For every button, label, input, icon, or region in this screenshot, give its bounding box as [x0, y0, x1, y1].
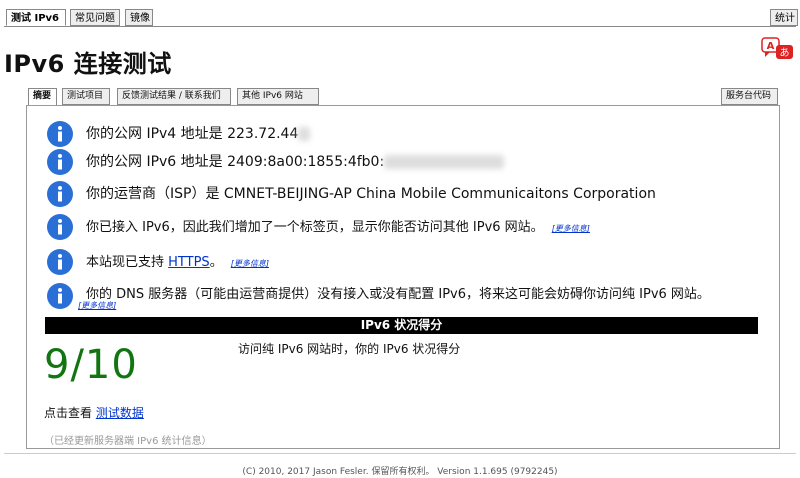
- language-translate-icon[interactable]: A あ: [761, 37, 795, 61]
- score-header-bar: IPv6 状况得分: [45, 317, 758, 334]
- more-info-link[interactable]: [更多信息]: [552, 224, 590, 233]
- subtab-helpdesk-code[interactable]: 服务台代码: [721, 88, 778, 105]
- score-description: 访问纯 IPv6 网站时，你的 IPv6 状况得分: [238, 342, 461, 356]
- isp-text: 你的运营商（ISP）是 CMNET-BEIJING-AP China Mobil…: [86, 186, 656, 202]
- subtab-feedback[interactable]: 反馈测试结果 / 联系我们: [117, 88, 231, 105]
- ipv4-text: 你的公网 IPv4 地址是 223.72.44: [86, 126, 299, 142]
- https-text: 本站现已支持: [86, 255, 165, 270]
- info-icon: [47, 249, 73, 275]
- subtab-tests[interactable]: 测试项目: [62, 88, 110, 105]
- info-icon: [47, 214, 73, 240]
- footer-copyright: (C) 2010, 2017 Jason Fesler. 保留所有权利。 Ver…: [242, 467, 558, 477]
- https-link[interactable]: HTTPS: [168, 255, 210, 270]
- view-data-label: 点击查看: [44, 406, 93, 420]
- tab-stats[interactable]: 统计: [770, 9, 798, 26]
- info-icon: [47, 283, 73, 309]
- svg-text:A: A: [767, 41, 775, 52]
- test-data-link[interactable]: 测试数据: [96, 406, 144, 420]
- ipv6-text: 你的公网 IPv6 地址是 2409:8a00:1855:4fb0:: [86, 154, 385, 170]
- view-data-line: 点击查看 测试数据: [44, 404, 144, 421]
- svg-text:あ: あ: [780, 47, 790, 59]
- info-icon: [47, 149, 73, 175]
- redacted-blur: [384, 155, 505, 169]
- info-icon: [47, 181, 73, 207]
- tab-test-ipv6[interactable]: 测试 IPv6: [6, 9, 66, 26]
- subtab-summary[interactable]: 摘要: [28, 88, 57, 106]
- tab-faq[interactable]: 常见问题: [70, 9, 120, 26]
- tab-mirrors[interactable]: 镜像: [125, 9, 153, 26]
- dns-text: 你的 DNS 服务器（可能由运营商提供）没有接入或没有配置 IPv6，将来这可能…: [86, 287, 710, 302]
- bottom-divider: [4, 453, 796, 454]
- redacted-blur: [298, 127, 311, 141]
- top-divider: [4, 26, 796, 27]
- ipv6-tab-text: 你已接入 IPv6，因此我们增加了一个标签页，显示你能否访问其他 IPv6 网站…: [86, 220, 544, 235]
- more-info-link[interactable]: [更多信息]: [78, 300, 116, 311]
- ipv6-score: 9/10: [44, 342, 138, 388]
- https-suffix: 。: [209, 255, 223, 270]
- subtab-other-ipv6-sites[interactable]: 其他 IPv6 网站: [237, 88, 319, 105]
- info-icon: [47, 121, 73, 147]
- stats-updated-note: （已经更新服务器端 IPv6 统计信息）: [44, 436, 212, 447]
- page-title: IPv6 连接测试: [4, 50, 172, 78]
- more-info-link[interactable]: [更多信息]: [231, 259, 269, 268]
